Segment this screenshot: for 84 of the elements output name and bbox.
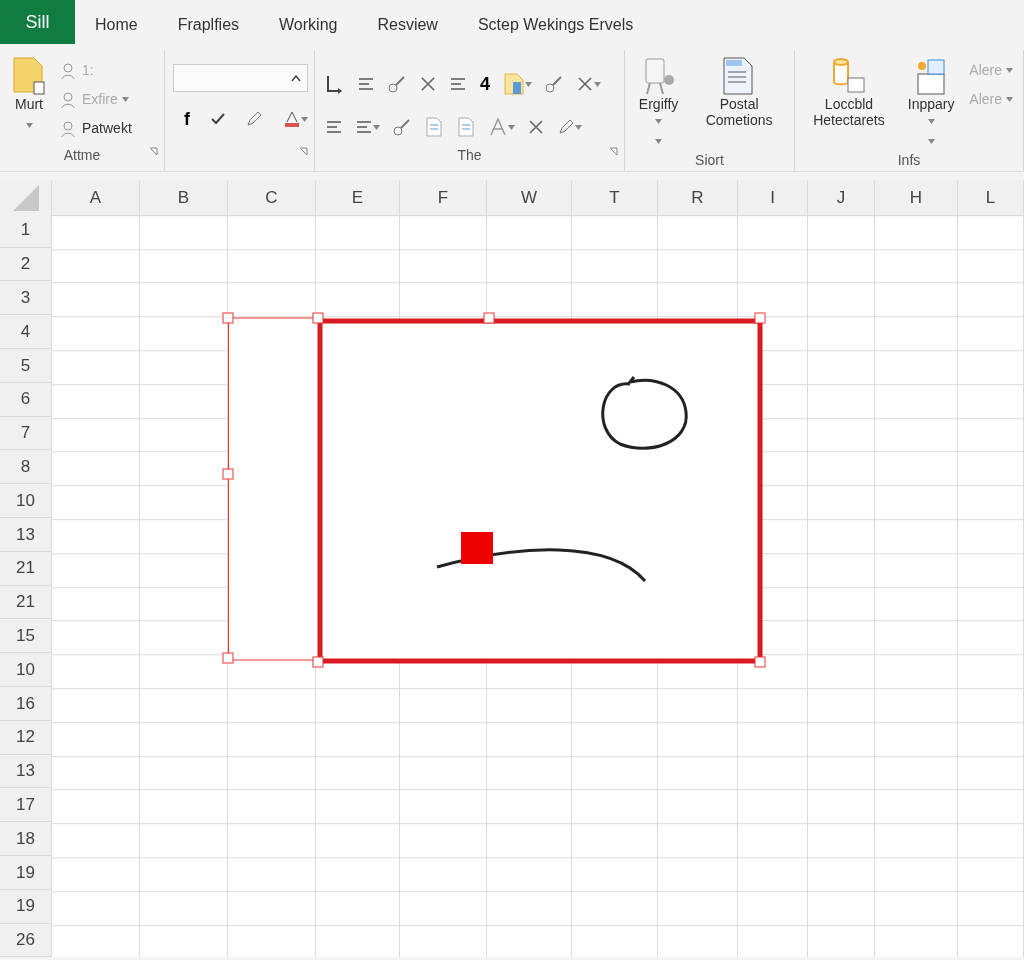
caret-icon [525,81,532,87]
caret-icon [1006,97,1013,102]
align-icon [449,76,467,92]
row-header[interactable]: 12 [0,720,52,755]
font-field[interactable] [173,64,308,92]
row-header[interactable]: 6 [0,382,52,417]
resize-handle[interactable] [222,468,234,480]
align-icon [325,119,343,135]
row-header[interactable]: 3 [0,281,52,316]
row-header[interactable]: 7 [0,416,52,451]
row-header[interactable]: 1 [0,213,52,248]
caret-icon [927,118,935,124]
row-header[interactable]: 19 [0,889,52,924]
ribbon-button[interactable]: Loccbld Hetectarets [803,54,895,131]
resize-handle[interactable] [222,312,234,324]
document-icon [456,116,476,138]
align-icon [357,76,375,92]
dialog-launcher-icon[interactable] [149,147,158,157]
caret-icon [301,116,308,122]
document-icon [424,116,444,138]
dialog-launcher-icon[interactable] [299,147,308,157]
row-header[interactable]: 16 [0,686,52,721]
row-header[interactable]: 10 [0,484,52,518]
resize-handle[interactable] [222,652,234,664]
ribbon-tab[interactable]: Sctep Wekings Ervels [457,0,654,50]
ribbon-button[interactable]: Ergiffy [633,54,685,151]
ribbon-tab[interactable]: Resview [357,0,458,50]
square-shape [461,532,493,564]
dialog-launcher-icon[interactable] [609,147,618,157]
caret-icon [1006,68,1013,73]
toolbar-button[interactable] [209,111,227,127]
group-label: Attme [63,147,101,163]
align-icon [355,119,373,135]
caret-icon [927,139,935,144]
row-header[interactable]: 18 [0,822,52,856]
caret-icon [373,124,380,130]
caret-icon [25,122,33,128]
caret-icon [121,97,129,102]
row-header[interactable]: 13 [0,517,52,552]
row-header[interactable]: 10 [0,653,52,687]
document-icon [12,56,46,96]
resize-handle[interactable] [312,312,324,324]
ribbon-tab[interactable]: Home [75,0,158,50]
resize-handle[interactable] [483,312,495,324]
row-header[interactable]: 2 [0,247,52,282]
ribbon-button[interactable]: Murt [8,54,50,135]
caret-icon [575,124,582,130]
row-header[interactable]: 13 [0,754,52,789]
checkmark-icon [211,113,225,125]
row-header[interactable]: 21 [0,551,52,586]
picture-frame[interactable] [317,318,763,664]
caret-icon [291,74,301,82]
row-header[interactable]: 5 [0,349,52,383]
row-header[interactable]: 4 [0,315,52,349]
resize-handle[interactable] [754,656,766,668]
caret-icon [594,81,601,87]
toolbar-button[interactable]: f [181,110,193,128]
ribbon-tab[interactable]: Fraplfies [157,0,260,50]
toolbar-button[interactable]: 4 [477,75,493,93]
caret-icon [655,139,663,144]
row-header[interactable]: 26 [0,923,52,958]
file-tab[interactable]: Sill [0,0,75,44]
corner-triangle-icon [12,184,39,211]
ribbon-tab[interactable]: Working [259,0,358,50]
pencil-icon [557,118,575,136]
ribbon-button[interactable]: Postal Cometions [692,54,786,131]
row-header[interactable]: 17 [0,788,52,823]
group-label: Siort [695,152,724,169]
row-header[interactable]: 8 [0,450,52,485]
caret-icon [508,124,515,130]
ribbon-button[interactable]: Patwekt [58,116,134,141]
group-label: Infs [897,152,921,169]
letter-icon [488,117,508,137]
ribbon-button[interactable]: Inppary [902,54,960,151]
row-header[interactable]: 15 [0,619,52,654]
caret-icon [655,118,663,124]
row-header[interactable]: 21 [0,585,52,620]
resize-handle[interactable] [754,312,766,324]
font-color-icon [283,110,301,128]
pencil-icon [245,110,263,128]
group-label: The [457,147,482,163]
resize-handle[interactable] [312,656,324,668]
file-icon [503,72,525,96]
row-header[interactable]: 19 [0,855,52,890]
